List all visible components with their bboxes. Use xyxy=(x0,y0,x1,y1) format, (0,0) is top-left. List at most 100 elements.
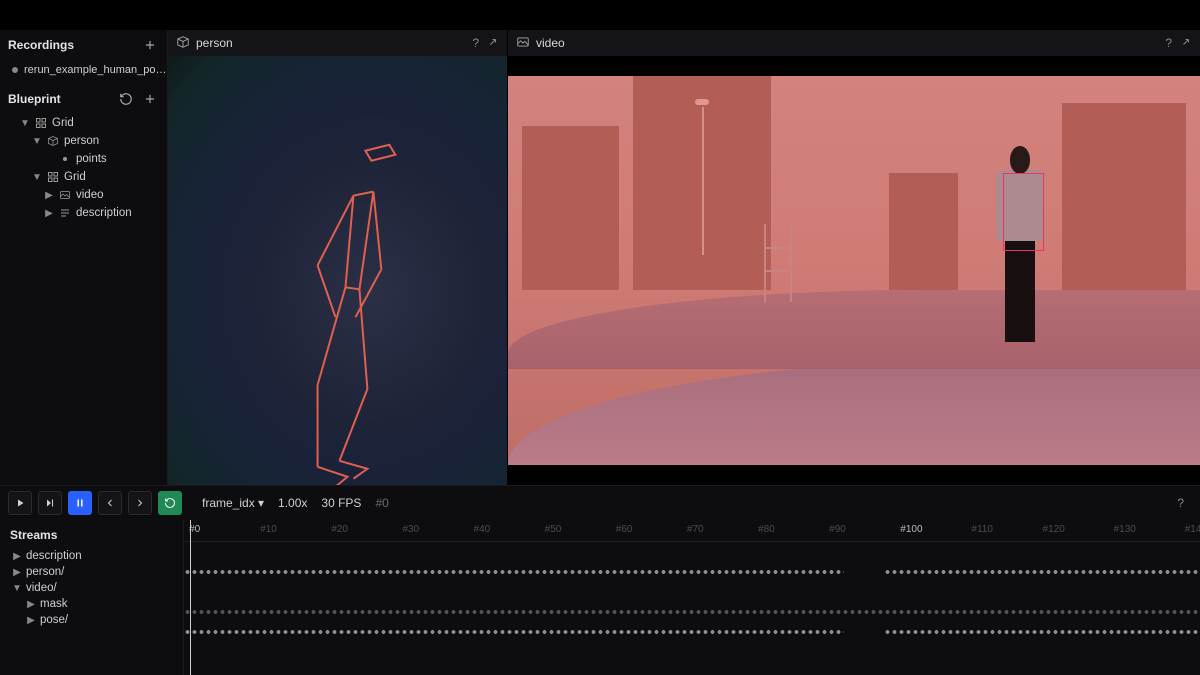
node-label: points xyxy=(76,153,107,165)
blueprint-node-Grid[interactable]: ▼ Grid xyxy=(0,168,167,186)
track-pose xyxy=(184,627,1200,637)
viewer-person: person ? xyxy=(168,30,508,485)
tick-label: #60 xyxy=(616,524,633,535)
chevron-icon: ▶ xyxy=(26,615,36,626)
viewer-video: video ? xyxy=(508,30,1200,485)
recording-item[interactable]: rerun_example_human_po… xyxy=(0,60,167,80)
dot-icon xyxy=(58,152,72,166)
grid-icon xyxy=(46,170,60,184)
help-icon[interactable]: ? xyxy=(472,36,479,50)
expand-icon[interactable] xyxy=(1180,36,1192,51)
viewer-video-header: video ? xyxy=(508,30,1200,56)
chevron-icon: ▶ xyxy=(44,208,54,219)
stream-label: video/ xyxy=(26,582,57,594)
timeline-selector[interactable]: frame_idx ▾ xyxy=(202,496,264,510)
node-label: Grid xyxy=(52,117,74,129)
step-back-button[interactable] xyxy=(98,491,122,515)
recordings-title: Recordings xyxy=(8,38,74,52)
viewer-person-header: person ? xyxy=(168,30,507,56)
text-icon xyxy=(58,206,72,220)
blueprint-title: Blueprint xyxy=(8,92,61,106)
node-label: Grid xyxy=(64,171,86,183)
node-label: person xyxy=(64,135,99,147)
recording-label: rerun_example_human_po… xyxy=(24,64,166,76)
playback-bar: frame_idx ▾ 1.00x 30 FPS #0 ? xyxy=(0,486,1200,520)
timeline-panel: frame_idx ▾ 1.00x 30 FPS #0 ? Streams ▶ d… xyxy=(0,485,1200,675)
tick-label: #10 xyxy=(260,524,277,535)
image-icon xyxy=(58,188,72,202)
tick-label: #140 xyxy=(1185,524,1200,535)
image-icon xyxy=(516,35,530,52)
node-label: description xyxy=(76,207,132,219)
help-icon[interactable]: ? xyxy=(1177,496,1192,510)
recordings-header: Recordings xyxy=(0,30,167,60)
viewer-person-body[interactable] xyxy=(168,56,507,485)
tick-label: #50 xyxy=(545,524,562,535)
chevron-icon: ▶ xyxy=(12,551,22,562)
current-frame: #0 xyxy=(375,496,388,510)
blueprint-node-Grid[interactable]: ▼ Grid xyxy=(0,114,167,132)
help-icon[interactable]: ? xyxy=(1165,36,1172,50)
blueprint-tree: ▼ Grid ▼ person points ▼ Grid ▶ video ▶ descriptio… xyxy=(0,114,167,222)
stream-label: mask xyxy=(40,598,67,610)
add-blueprint-icon[interactable] xyxy=(141,90,159,108)
stream-row-person[interactable]: ▶person/ xyxy=(0,564,183,580)
left-panel: Recordings rerun_example_human_po… Bluep… xyxy=(0,30,168,485)
stream-row-description[interactable]: ▶ description xyxy=(0,548,183,564)
blueprint-node-person[interactable]: ▼ person xyxy=(0,132,167,150)
tick-label: #30 xyxy=(402,524,419,535)
tick-label: #40 xyxy=(474,524,491,535)
play-button[interactable] xyxy=(8,491,32,515)
playhead[interactable] xyxy=(190,520,191,675)
timeline-tracks[interactable]: #0#10#20#30#40#50#60#70#80#90#100#110#12… xyxy=(184,520,1200,675)
stream-row-pose[interactable]: ▶ pose/ xyxy=(0,612,183,628)
playback-fps[interactable]: 30 FPS xyxy=(321,496,361,510)
chevron-icon: ▶ xyxy=(12,567,22,578)
viewers: person ? xyxy=(168,30,1200,485)
blueprint-header: Blueprint xyxy=(0,84,167,114)
chevron-icon: ▶ xyxy=(44,190,54,201)
grid-icon xyxy=(34,116,48,130)
viewer-video-title: video xyxy=(536,36,565,50)
box3d-icon xyxy=(176,35,190,52)
tick-label: #20 xyxy=(331,524,348,535)
chevron-icon: ▼ xyxy=(12,583,22,594)
streams-title: Streams xyxy=(10,528,57,542)
stream-label: description xyxy=(26,550,82,562)
blueprint-node-video[interactable]: ▶ video xyxy=(0,186,167,204)
add-recording-icon[interactable] xyxy=(141,36,159,54)
tick-label: #80 xyxy=(758,524,775,535)
pose-bbox xyxy=(1003,173,1045,251)
mask-overlay xyxy=(508,76,1200,465)
chevron-icon: ▼ xyxy=(32,136,42,147)
reset-blueprint-icon[interactable] xyxy=(117,90,135,108)
tick-label: #90 xyxy=(829,524,846,535)
playback-speed[interactable]: 1.00x xyxy=(278,496,307,510)
streams-tree: Streams ▶ description ▶person/ ▼ video/ ▶ mask… xyxy=(0,520,184,675)
track-person xyxy=(184,567,1200,577)
blueprint-node-points[interactable]: points xyxy=(0,150,167,168)
viewer-person-title: person xyxy=(196,36,233,50)
chevron-icon: ▶ xyxy=(26,599,36,610)
box3d-icon xyxy=(46,134,60,148)
viewer-video-body[interactable] xyxy=(508,56,1200,485)
stream-row-mask[interactable]: ▶ mask xyxy=(0,596,183,612)
chevron-icon: ▼ xyxy=(20,118,30,129)
pose-skeleton xyxy=(168,56,507,485)
tick-label: #110 xyxy=(971,524,993,535)
video-frame xyxy=(508,76,1200,465)
tick-label: #100 xyxy=(900,524,922,535)
loop-button[interactable] xyxy=(158,491,182,515)
expand-icon[interactable] xyxy=(487,36,499,51)
stream-row-video[interactable]: ▼ video/ xyxy=(0,580,183,596)
step-forward-button[interactable] xyxy=(38,491,62,515)
chevron-icon: ▼ xyxy=(32,172,42,183)
stream-label: pose/ xyxy=(40,614,68,626)
step-next-button[interactable] xyxy=(128,491,152,515)
pause-button[interactable] xyxy=(68,491,92,515)
node-label: video xyxy=(76,189,104,201)
blueprint-node-description[interactable]: ▶ description xyxy=(0,204,167,222)
recording-dot-icon xyxy=(12,67,18,73)
tick-label: #70 xyxy=(687,524,704,535)
timeline-ruler[interactable]: #0#10#20#30#40#50#60#70#80#90#100#110#12… xyxy=(184,520,1200,542)
